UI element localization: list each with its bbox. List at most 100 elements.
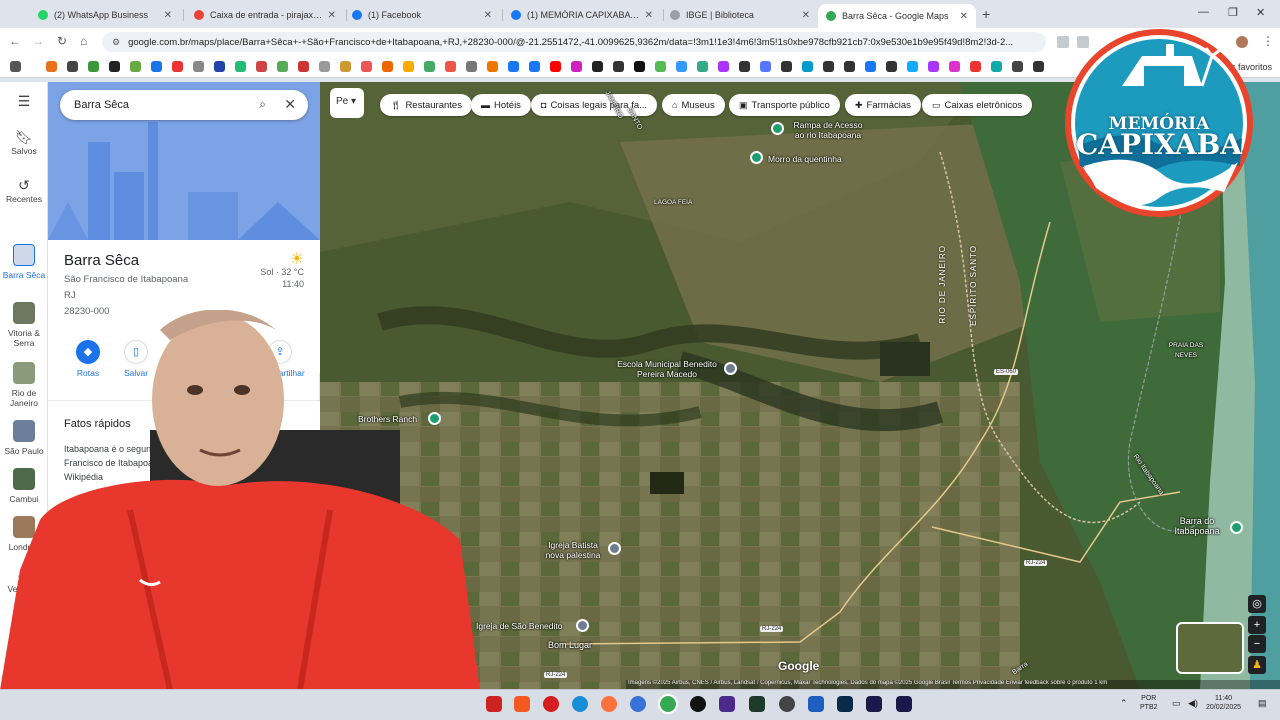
church-pin[interactable] xyxy=(576,619,589,632)
maximize-icon[interactable]: ❐ xyxy=(1228,6,1238,19)
bookmark-favicon-icon[interactable] xyxy=(781,61,792,72)
chip-transporte[interactable]: ▣ Transporte público xyxy=(729,94,840,116)
bookmark-favicon-icon[interactable] xyxy=(424,61,435,72)
photoshop-icon[interactable] xyxy=(837,696,853,712)
bookmark-favicon-icon[interactable] xyxy=(970,61,981,72)
bookmark-favicon-icon[interactable] xyxy=(655,61,666,72)
poi-label[interactable]: Igreja de São Benedito xyxy=(476,621,562,631)
bookmark-favicon-icon[interactable] xyxy=(214,61,225,72)
bookmark-favicon-icon[interactable] xyxy=(823,61,834,72)
close-icon[interactable]: ✕ xyxy=(802,10,810,21)
bookmark-favicon-icon[interactable] xyxy=(949,61,960,72)
bookmark-favicon-icon[interactable] xyxy=(298,61,309,72)
close-icon[interactable]: ✕ xyxy=(484,10,492,21)
bookmark-favicon-icon[interactable] xyxy=(1033,61,1044,72)
bookmark-favicon-icon[interactable] xyxy=(802,61,813,72)
bookmark-favicon-icon[interactable] xyxy=(88,61,99,72)
close-icon[interactable]: ✕ xyxy=(960,11,968,22)
back-icon[interactable]: ← xyxy=(9,34,21,48)
pegman-icon[interactable]: ♟ xyxy=(1248,656,1266,674)
tab-gmail[interactable]: Caixa de entrada - pirajax@gmail.com ✕ xyxy=(186,4,344,26)
bookmark-favicon-icon[interactable] xyxy=(277,61,288,72)
bookmark-favicon-icon[interactable] xyxy=(130,61,141,72)
chip-restaurantes[interactable]: 🍴︎ Restaurantes xyxy=(380,94,472,116)
chrome-icon[interactable] xyxy=(658,694,678,714)
tab-facebook[interactable]: (1) Facebook ✕ xyxy=(344,4,500,26)
bookmark-favicon-icon[interactable] xyxy=(508,61,519,72)
brave-icon[interactable] xyxy=(514,696,530,712)
bookmark-favicon-icon[interactable] xyxy=(991,61,1002,72)
bookmark-favicon-icon[interactable] xyxy=(382,61,393,72)
poi-label[interactable]: Rampa de Acesso ao rio Itabapoana xyxy=(788,120,868,140)
zoom-out-button[interactable]: − xyxy=(1248,635,1266,653)
clock[interactable]: 11:40 20/02/2025 xyxy=(1206,694,1241,712)
rail-item-barra-seca[interactable]: Barra Sêca xyxy=(0,244,48,280)
bookmark-favicon-icon[interactable] xyxy=(844,61,855,72)
obs-icon[interactable] xyxy=(779,696,795,712)
chromium-icon[interactable] xyxy=(630,696,646,712)
church-pin[interactable] xyxy=(608,542,621,555)
vivaldi-icon[interactable] xyxy=(486,696,502,712)
bookmark-favicon-icon[interactable] xyxy=(739,61,750,72)
apps-icon[interactable] xyxy=(10,61,21,72)
bookmark-favicon-icon[interactable] xyxy=(466,61,477,72)
bookmark-favicon-icon[interactable] xyxy=(907,61,918,72)
poi-pin[interactable] xyxy=(771,122,784,135)
bookmark-favicon-icon[interactable] xyxy=(676,61,687,72)
bookmark-favicon-icon[interactable] xyxy=(529,61,540,72)
edge-icon[interactable] xyxy=(572,696,588,712)
bookmark-favicon-icon[interactable] xyxy=(760,61,771,72)
poi-label[interactable]: Escola Municipal Benedito Pereira Macedo xyxy=(612,359,722,379)
bookmark-favicon-icon[interactable] xyxy=(697,61,708,72)
map-attribution[interactable]: Imagens ©2025 Airbus, CNES / Airbus, Lan… xyxy=(626,680,1280,689)
poi-label[interactable]: Igreja Batista nova palestina xyxy=(540,540,606,560)
volume-icon[interactable]: ◀) xyxy=(1188,699,1198,708)
tab-ibge[interactable]: IBGE | Biblioteca ✕ xyxy=(662,4,818,26)
bookmark-favicon-icon[interactable] xyxy=(256,61,267,72)
poi-pin[interactable] xyxy=(750,151,763,164)
audition-icon[interactable] xyxy=(866,696,882,712)
school-pin[interactable] xyxy=(724,362,737,375)
bookmark-favicon-icon[interactable] xyxy=(613,61,624,72)
bookmark-favicon-icon[interactable] xyxy=(1012,61,1023,72)
bookmark-favicon-icon[interactable] xyxy=(193,61,204,72)
bookmark-favicon-icon[interactable] xyxy=(361,61,372,72)
bookmark-favicon-icon[interactable] xyxy=(571,61,582,72)
tab-memoria-facebook[interactable]: (1) MEMÓRIA CAPIXABA | Facebook ✕ xyxy=(503,4,661,26)
tab-google-maps[interactable]: Barra Sêca - Google Maps ✕ xyxy=(818,4,976,28)
firefox-icon[interactable] xyxy=(601,696,617,712)
layer-switch-button[interactable]: Pe ▾ xyxy=(330,88,364,118)
chip-museus[interactable]: ⌂ Museus xyxy=(662,94,725,116)
minimize-icon[interactable]: — xyxy=(1198,6,1209,18)
my-location-button[interactable]: ◎ xyxy=(1248,595,1266,613)
reload-icon[interactable]: ↻ xyxy=(57,34,67,48)
close-icon[interactable]: ✕ xyxy=(164,10,172,21)
rail-item-salvos[interactable]: 🔖︎ Salvos xyxy=(0,130,48,156)
bookmark-favicon-icon[interactable] xyxy=(445,61,456,72)
bookmark-favicon-icon[interactable] xyxy=(865,61,876,72)
app-icon[interactable] xyxy=(749,696,765,712)
search-icon[interactable]: ⌕ xyxy=(259,97,266,112)
poi-label[interactable]: Morro da quentinha xyxy=(768,154,842,164)
opera-icon[interactable] xyxy=(543,696,559,712)
poi-pin[interactable] xyxy=(1230,521,1243,534)
app-icon[interactable] xyxy=(719,696,735,712)
chip-caixas[interactable]: ▭ Caixas eletrônicos xyxy=(922,94,1033,116)
bookmark-favicon-icon[interactable] xyxy=(487,61,498,72)
address-bar[interactable]: ⚙ google.com.br/maps/place/Barra+Sêca+-+S… xyxy=(102,32,1046,52)
vegas-icon[interactable] xyxy=(808,696,824,712)
new-tab-button[interactable]: + xyxy=(982,6,990,22)
bookmark-favicon-icon[interactable] xyxy=(928,61,939,72)
bookmark-favicon-icon[interactable] xyxy=(67,61,78,72)
bookmark-favicon-icon[interactable] xyxy=(172,61,183,72)
network-icon[interactable]: ▭ xyxy=(1172,699,1181,708)
zoom-in-button[interactable]: + xyxy=(1248,616,1266,634)
window-close-icon[interactable]: ✕ xyxy=(1256,6,1265,19)
bookmark-favicon-icon[interactable] xyxy=(319,61,330,72)
notifications-icon[interactable]: ▤ xyxy=(1258,699,1267,708)
forward-icon[interactable]: → xyxy=(32,34,44,48)
tab-whatsapp[interactable]: (2) WhatsApp Business ✕ xyxy=(30,4,180,26)
tray-chevron-icon[interactable]: ⌃ xyxy=(1120,699,1128,708)
close-icon[interactable]: ✕ xyxy=(328,10,336,21)
search-input[interactable]: Barra Sêca ⌕ ✕ xyxy=(60,90,308,120)
